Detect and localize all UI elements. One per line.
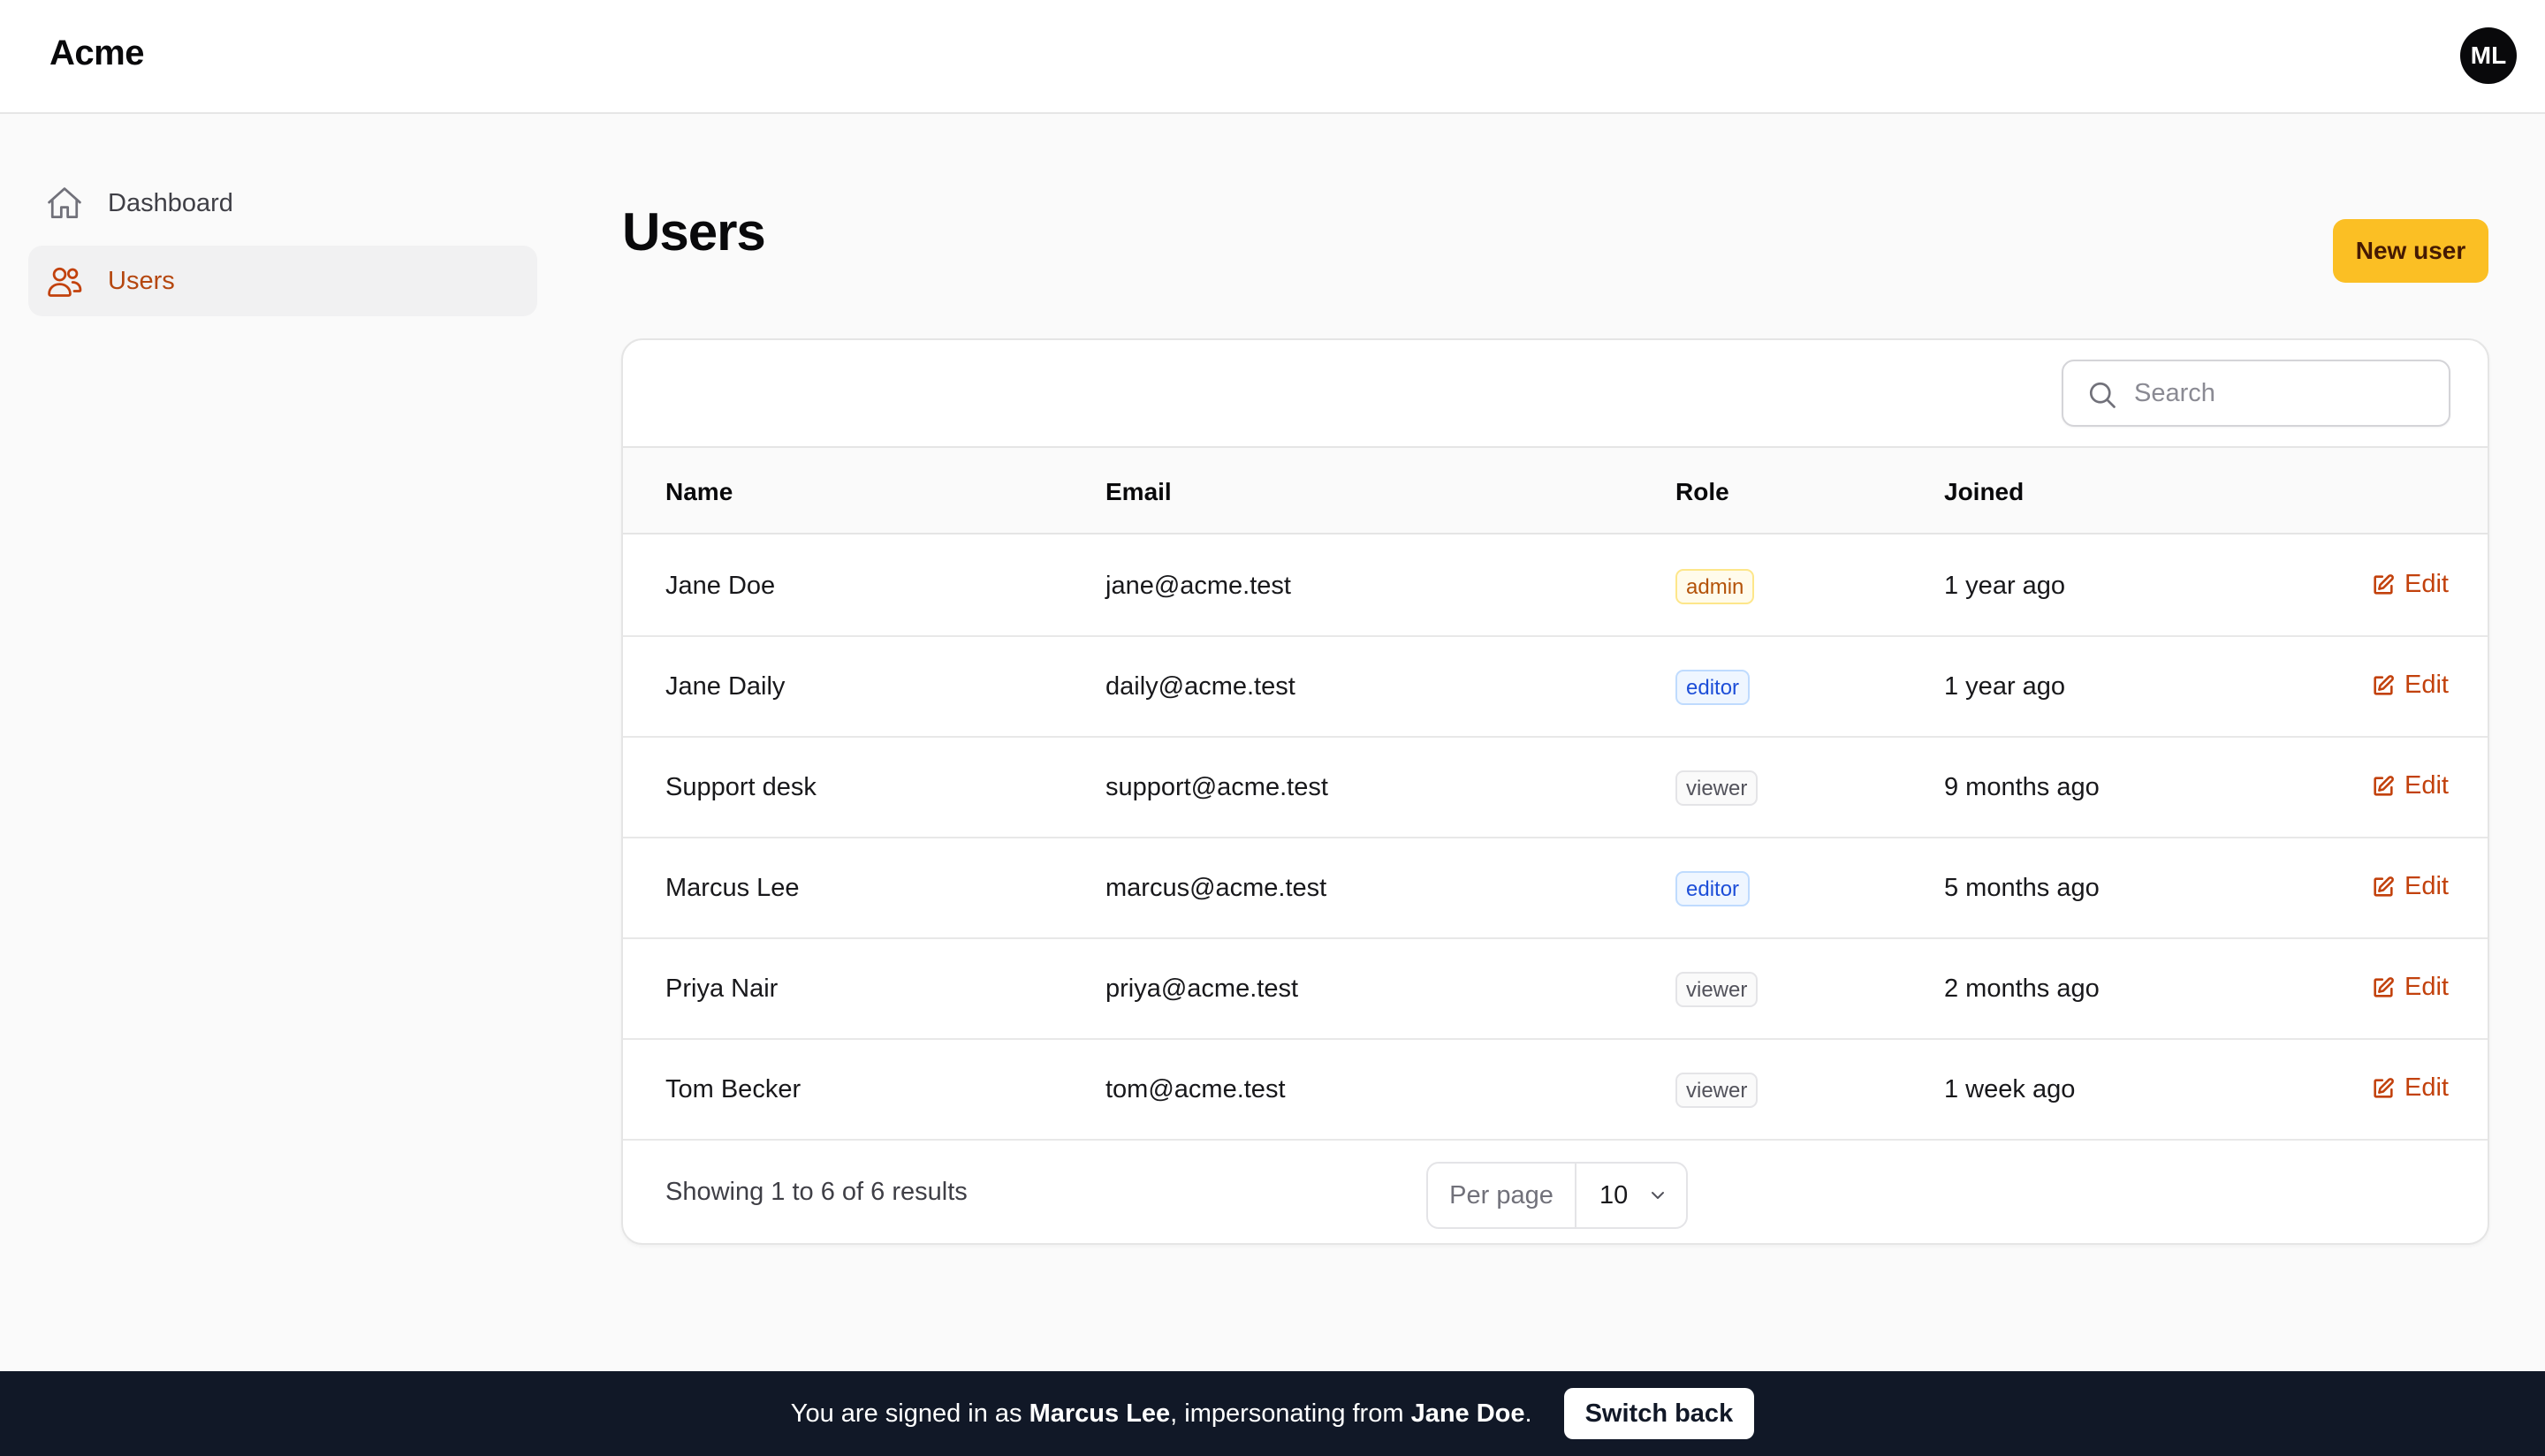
top-bar: Acme ML [0,0,2545,114]
per-page-control: Per page 10 [1426,1162,1688,1229]
joined-date: 1 year ago [1944,672,2066,701]
edit-link[interactable]: Edit [2371,1073,2449,1103]
user-email: jane@acme.test [1105,572,1291,600]
new-user-button[interactable]: New user [2333,219,2488,283]
user-email: marcus@acme.test [1105,874,1327,902]
table-row: Marcus Lee marcus@acme.test editor 5 mon… [623,838,2488,939]
edit-link[interactable]: Edit [2371,872,2449,901]
user-email: priya@acme.test [1105,974,1299,1003]
column-header-name[interactable]: Name [665,478,733,506]
edit-link[interactable]: Edit [2371,973,2449,1002]
edit-link[interactable]: Edit [2371,771,2449,800]
edit-label: Edit [2404,872,2449,900]
table-row: Support desk support@acme.test viewer 9 … [623,738,2488,838]
switch-back-button[interactable]: Switch back [1563,1388,1755,1439]
edit-label: Edit [2404,1073,2449,1102]
sidebar-item-label: Dashboard [108,188,233,217]
per-page-label: Per page [1428,1164,1576,1227]
search-box[interactable] [2062,360,2450,427]
per-page-select[interactable]: 10 [1576,1164,1686,1227]
page-title: Users [622,202,766,262]
users-icon [44,261,85,301]
results-summary: Showing 1 to 6 of 6 results [665,1178,968,1206]
sidebar-item-users[interactable]: Users [28,246,537,316]
table-row: Priya Nair priya@acme.test viewer 2 mont… [623,939,2488,1040]
user-email: daily@acme.test [1105,672,1295,701]
role-badge: viewer [1675,770,1759,806]
impersonation-banner: You are signed in as Marcus Lee, imperso… [0,1371,2545,1456]
sidebar-item-label: Users [108,266,175,295]
table-footer: Showing 1 to 6 of 6 results Per page 10 [623,1139,2488,1243]
current-user-name: Marcus Lee [1029,1399,1171,1428]
table-row: Jane Doe jane@acme.test admin 1 year ago… [623,536,2488,637]
edit-label: Edit [2404,570,2449,598]
banner-text: You are signed in as Marcus Lee, imperso… [790,1399,1532,1428]
brand-logo[interactable]: Acme [49,34,144,73]
edit-link[interactable]: Edit [2371,570,2449,599]
edit-icon [2374,775,2394,796]
column-header-role[interactable]: Role [1675,478,1729,506]
column-header-email[interactable]: Email [1105,478,1172,506]
role-badge: editor [1675,871,1751,906]
joined-date: 2 months ago [1944,974,2100,1003]
role-badge: viewer [1675,1073,1759,1108]
user-name: Priya Nair [665,974,779,1003]
joined-date: 1 week ago [1944,1075,2076,1103]
chevron-down-icon [1652,1192,1665,1199]
user-name: Tom Becker [665,1075,801,1103]
search-input[interactable] [2134,374,2435,413]
user-name: Jane Doe [665,572,776,600]
original-user-name: Jane Doe [1410,1399,1525,1428]
user-name: Support desk [665,773,817,801]
role-badge: viewer [1675,972,1759,1007]
edit-label: Edit [2404,973,2449,1001]
edit-label: Edit [2404,771,2449,800]
role-badge: admin [1675,569,1755,604]
edit-icon [2374,674,2394,695]
edit-label: Edit [2404,671,2449,699]
joined-date: 5 months ago [1944,874,2100,902]
column-header-joined[interactable]: Joined [1944,478,2024,506]
edit-icon [2374,573,2394,595]
search-icon [2086,379,2118,411]
edit-link[interactable]: Edit [2371,671,2449,700]
edit-icon [2374,1077,2394,1098]
edit-icon [2374,976,2394,997]
role-badge: editor [1675,670,1751,705]
home-icon [44,183,85,224]
joined-date: 1 year ago [1944,572,2066,600]
edit-icon [2374,876,2394,897]
sidebar: Dashboard Users [28,168,537,323]
users-table-card: Name Email Role Joined Jane Doe jane@acm… [621,338,2489,1245]
user-avatar[interactable]: ML [2460,27,2517,84]
sidebar-item-dashboard[interactable]: Dashboard [28,168,537,239]
table-header: Name Email Role Joined [623,446,2488,535]
user-name: Marcus Lee [665,874,800,902]
user-name: Jane Daily [665,672,786,701]
per-page-value: 10 [1599,1180,1629,1210]
user-email: support@acme.test [1105,773,1328,801]
user-email: tom@acme.test [1105,1075,1286,1103]
table-row: Jane Daily daily@acme.test editor 1 year… [623,637,2488,738]
joined-date: 9 months ago [1944,773,2100,801]
table-row: Tom Becker tom@acme.test viewer 1 week a… [623,1040,2488,1141]
